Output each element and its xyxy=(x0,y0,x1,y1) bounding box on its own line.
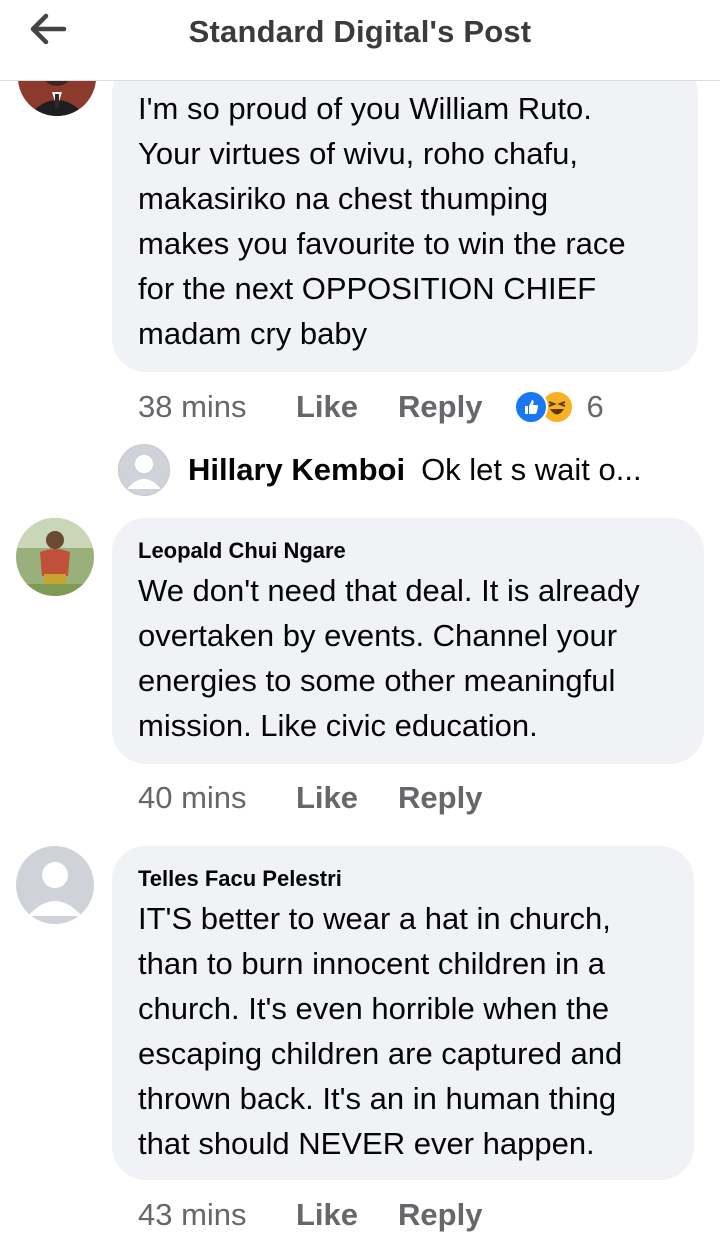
reaction-summary[interactable]: 6 xyxy=(514,389,604,425)
comment-author[interactable]: Telles Facu Pelestri xyxy=(138,846,670,892)
comment-bubble[interactable]: Leopald Chui Ngare We don't need that de… xyxy=(112,518,704,764)
comment-text-line: makes you favourite to win the race xyxy=(138,226,626,261)
comment-text-line: overtaken by events. Channel your xyxy=(138,618,618,653)
comment-text-line: Your virtues of wivu, roho chafu, xyxy=(138,136,578,171)
comment-bubble[interactable]: I'm so proud of you William Ruto. Your v… xyxy=(112,60,698,372)
comment-text-line: mission. Like civic education. xyxy=(138,708,538,743)
comment-bubble[interactable]: Telles Facu Pelestri IT'S better to wear… xyxy=(112,846,694,1180)
reply-button[interactable]: Reply xyxy=(398,389,482,425)
comment-text-line: IT'S better to wear a hat in church, xyxy=(138,901,611,936)
comment-timestamp: 40 mins xyxy=(138,780,247,815)
comment-text-line: church. It's even horrible when the xyxy=(138,991,610,1026)
comment-text-line: thrown back. It's an in human thing xyxy=(138,1081,617,1116)
reply-text: Ok let s wait o... xyxy=(421,452,642,487)
comment-text-line: for the next OPPOSITION CHIEF xyxy=(138,271,597,306)
like-button[interactable]: Like xyxy=(296,780,358,816)
reply-author[interactable]: Hillary Kemboi xyxy=(188,452,405,488)
comment-author[interactable]: Leopald Chui Ngare xyxy=(138,518,680,564)
reply-preview[interactable]: Hillary Kemboi Ok let s wait o... xyxy=(118,444,642,496)
top-bar: Standard Digital's Post xyxy=(0,0,720,81)
like-reaction-icon xyxy=(514,390,549,424)
comment-text-line: that should NEVER ever happen. xyxy=(138,1126,595,1161)
page-title: Standard Digital's Post xyxy=(188,14,532,49)
comment-actions: 40 mins Like Reply xyxy=(138,780,522,816)
comment-text-line: madam cry baby xyxy=(138,316,368,351)
comment-timestamp: 38 mins xyxy=(138,389,247,424)
comment-text-line: escaping children are captured and xyxy=(138,1036,623,1071)
comment-text-line: I'm so proud of you William Ruto. xyxy=(138,91,592,126)
comment-actions: 38 mins Like Reply 6 xyxy=(138,389,604,425)
comment-text-line: makasiriko na chest thumping xyxy=(138,181,549,216)
reply-button[interactable]: Reply xyxy=(398,780,482,816)
comment-actions: 43 mins Like Reply xyxy=(138,1197,522,1233)
default-avatar-icon xyxy=(118,444,170,496)
default-avatar-icon[interactable] xyxy=(16,846,94,924)
comment-text-line: energies to some other meaningful xyxy=(138,663,616,698)
comment-text-line: We don't need that deal. It is already xyxy=(138,573,640,608)
like-button[interactable]: Like xyxy=(296,389,358,425)
like-button[interactable]: Like xyxy=(296,1197,358,1233)
comment-timestamp: 43 mins xyxy=(138,1197,247,1232)
reaction-count: 6 xyxy=(586,389,604,424)
comment-text-line: than to burn innocent children in a xyxy=(138,946,606,981)
reply-button[interactable]: Reply xyxy=(398,1197,482,1233)
avatar[interactable] xyxy=(16,518,94,596)
